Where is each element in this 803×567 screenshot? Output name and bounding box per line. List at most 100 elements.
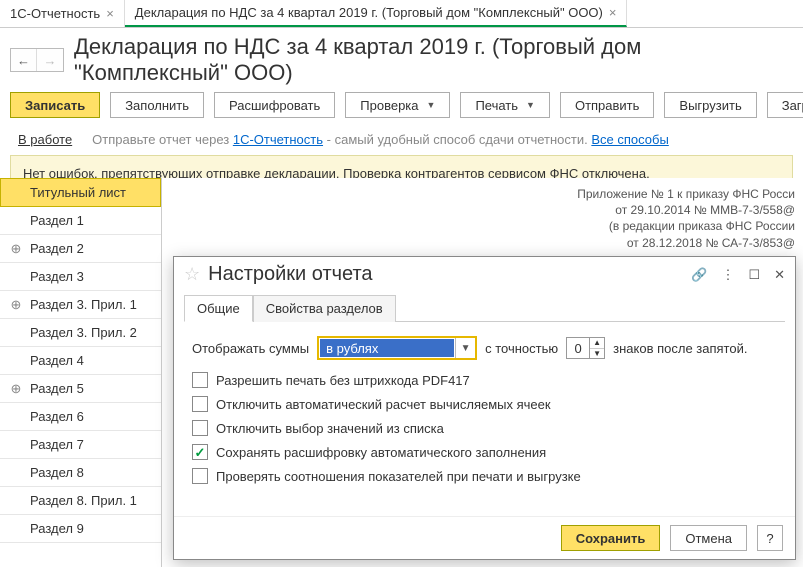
send-button[interactable]: Отправить	[560, 92, 654, 118]
cb-barcode-row: Разрешить печать без штрихкода PDF417	[192, 372, 777, 388]
cb-keepdec-row: Сохранять расшифровку автоматического за…	[192, 444, 777, 460]
expander-icon[interactable]: ⊕	[10, 381, 22, 397]
status-row: В работе Отправьте отчет через 1С-Отчетн…	[0, 128, 803, 155]
checkbox-label: Проверять соотношения показателей при пе…	[216, 469, 581, 484]
spin-up-icon[interactable]: ▲	[590, 338, 604, 349]
tab-sections[interactable]: Свойства разделов	[253, 295, 396, 322]
status-hint: Отправьте отчет через 1С-Отчетность - са…	[92, 132, 669, 147]
dialog-save-button[interactable]: Сохранить	[561, 525, 661, 551]
save-button[interactable]: Записать	[10, 92, 100, 118]
nav-buttons: ← →	[10, 48, 64, 72]
check-label: Проверка	[360, 98, 418, 113]
cb-listsel-row: Отключить выбор значений из списка	[192, 420, 777, 436]
sidebar-item-label: Раздел 3. Прил. 1	[30, 297, 137, 312]
help-button[interactable]: ?	[757, 525, 783, 551]
sidebar: Титульный лист Раздел 1 ⊕ Раздел 2 Раздел…	[0, 178, 162, 567]
upload-label: Выгрузить	[679, 98, 741, 113]
sidebar-item-label: Раздел 7	[30, 437, 84, 452]
combo-value: в рублях	[320, 339, 454, 357]
upload-button[interactable]: Выгрузить	[664, 92, 756, 118]
checkbox-autocalc[interactable]	[192, 396, 208, 412]
print-label: Печать	[475, 98, 518, 113]
sidebar-item-section5[interactable]: ⊕Раздел 5	[0, 375, 161, 403]
nav-forward-button[interactable]: →	[37, 49, 63, 71]
status-label[interactable]: В работе	[18, 132, 72, 147]
sidebar-item-section6[interactable]: Раздел 6	[0, 403, 161, 431]
expander-icon[interactable]: ⊕	[10, 297, 22, 313]
header-bar: ← → Декларация по НДС за 4 квартал 2019 …	[0, 28, 803, 86]
sidebar-item-label: Раздел 1	[30, 213, 84, 228]
sidebar-item-section9[interactable]: Раздел 9	[0, 515, 161, 543]
checkbox-label: Отключить автоматический расчет вычисляе…	[216, 397, 551, 412]
chevron-down-icon: ▼	[427, 100, 436, 110]
toolbar: Записать Заполнить Расшифровать Проверка…	[0, 86, 803, 128]
precision-spinner: ▲ ▼	[590, 337, 605, 359]
app-tabs: 1С-Отчетность × Декларация по НДС за 4 к…	[0, 0, 803, 28]
link-all-methods[interactable]: Все способы	[591, 132, 668, 147]
display-amounts-label: Отображать суммы	[192, 341, 309, 356]
sidebar-item-label: Раздел 6	[30, 409, 84, 424]
cb-autocalc-row: Отключить автоматический расчет вычисляе…	[192, 396, 777, 412]
expander-icon[interactable]: ⊕	[10, 241, 22, 257]
checkbox-label: Сохранять расшифровку автоматического за…	[216, 445, 546, 460]
sidebar-item-section7[interactable]: Раздел 7	[0, 431, 161, 459]
close-icon[interactable]: ×	[609, 5, 617, 20]
chevron-down-icon[interactable]: ▼	[455, 338, 475, 358]
checkbox-label: Отключить выбор значений из списка	[216, 421, 444, 436]
tab-declaration[interactable]: Декларация по НДС за 4 квартал 2019 г. (…	[125, 0, 628, 27]
sidebar-item-section4[interactable]: Раздел 4	[0, 347, 161, 375]
sidebar-item-label: Раздел 4	[30, 353, 84, 368]
display-amounts-combo[interactable]: в рублях ▼	[317, 336, 477, 360]
display-amounts-row: Отображать суммы в рублях ▼ с точностью …	[192, 336, 777, 360]
page-title: Декларация по НДС за 4 квартал 2019 г. (…	[74, 34, 793, 86]
link-icon[interactable]: 🔗	[691, 267, 707, 283]
dialog-title: Настройки отчета	[208, 263, 683, 286]
sidebar-item-section8[interactable]: Раздел 8	[0, 459, 161, 487]
tab-reporting[interactable]: 1С-Отчетность ×	[0, 0, 125, 27]
favorite-star-icon[interactable]: ☆	[184, 264, 200, 285]
tab-general[interactable]: Общие	[184, 295, 253, 322]
dialog-tabs: Общие Свойства разделов	[184, 294, 785, 322]
sidebar-item-section8-app1[interactable]: Раздел 8. Прил. 1	[0, 487, 161, 515]
more-icon[interactable]: ⋮	[721, 267, 734, 283]
fill-button[interactable]: Заполнить	[110, 92, 204, 118]
maximize-icon[interactable]: ☐	[748, 267, 760, 283]
checkbox-listsel[interactable]	[192, 420, 208, 436]
sidebar-item-section3-app1[interactable]: ⊕ Раздел 3. Прил. 1	[0, 291, 161, 319]
check-button[interactable]: Проверка ▼	[345, 92, 450, 118]
download-button[interactable]: Загрузить▼	[767, 92, 803, 118]
nav-back-button[interactable]: ←	[11, 49, 37, 71]
sidebar-item-section3[interactable]: Раздел 3	[0, 263, 161, 291]
checkbox-keepdec[interactable]	[192, 444, 208, 460]
checkbox-barcode[interactable]	[192, 372, 208, 388]
dialog-cancel-button[interactable]: Отмена	[670, 525, 747, 551]
dialog-controls: 🔗 ⋮ ☐ ✕	[691, 267, 785, 283]
sidebar-item-label: Раздел 3	[30, 269, 84, 284]
sidebar-item-label: Раздел 2	[30, 241, 84, 256]
close-icon[interactable]: ×	[106, 6, 114, 21]
sidebar-item-title-page[interactable]: Титульный лист	[0, 178, 161, 207]
sidebar-item-label: Раздел 9	[30, 521, 84, 536]
tab-label: 1С-Отчетность	[10, 6, 100, 21]
sidebar-item-label: Раздел 8. Прил. 1	[30, 493, 137, 508]
sidebar-item-section1[interactable]: Раздел 1	[0, 207, 161, 235]
decode-label: Расшифровать	[229, 98, 320, 113]
precision-input[interactable]: 0	[566, 337, 590, 359]
checkbox-checkrel[interactable]	[192, 468, 208, 484]
dialog-body: Отображать суммы в рублях ▼ с точностью …	[174, 322, 795, 516]
sidebar-item-label: Раздел 8	[30, 465, 84, 480]
fill-label: Заполнить	[125, 98, 189, 113]
tab-label: Декларация по НДС за 4 квартал 2019 г. (…	[135, 5, 603, 20]
precision-label: с точностью	[485, 341, 558, 356]
print-button[interactable]: Печать ▼	[460, 92, 550, 118]
close-icon[interactable]: ✕	[774, 267, 785, 283]
sidebar-item-label: Титульный лист	[30, 185, 126, 200]
sidebar-item-section3-app2[interactable]: Раздел 3. Прил. 2	[0, 319, 161, 347]
decode-button[interactable]: Расшифровать	[214, 92, 335, 118]
sidebar-item-section2[interactable]: ⊕ Раздел 2	[0, 235, 161, 263]
link-1c-reporting[interactable]: 1С-Отчетность	[233, 132, 323, 147]
settings-dialog: ☆ Настройки отчета 🔗 ⋮ ☐ ✕ Общие Свойств…	[173, 256, 796, 560]
chevron-down-icon: ▼	[526, 100, 535, 110]
precision-suffix: знаков после запятой.	[613, 341, 747, 356]
spin-down-icon[interactable]: ▼	[590, 349, 604, 359]
